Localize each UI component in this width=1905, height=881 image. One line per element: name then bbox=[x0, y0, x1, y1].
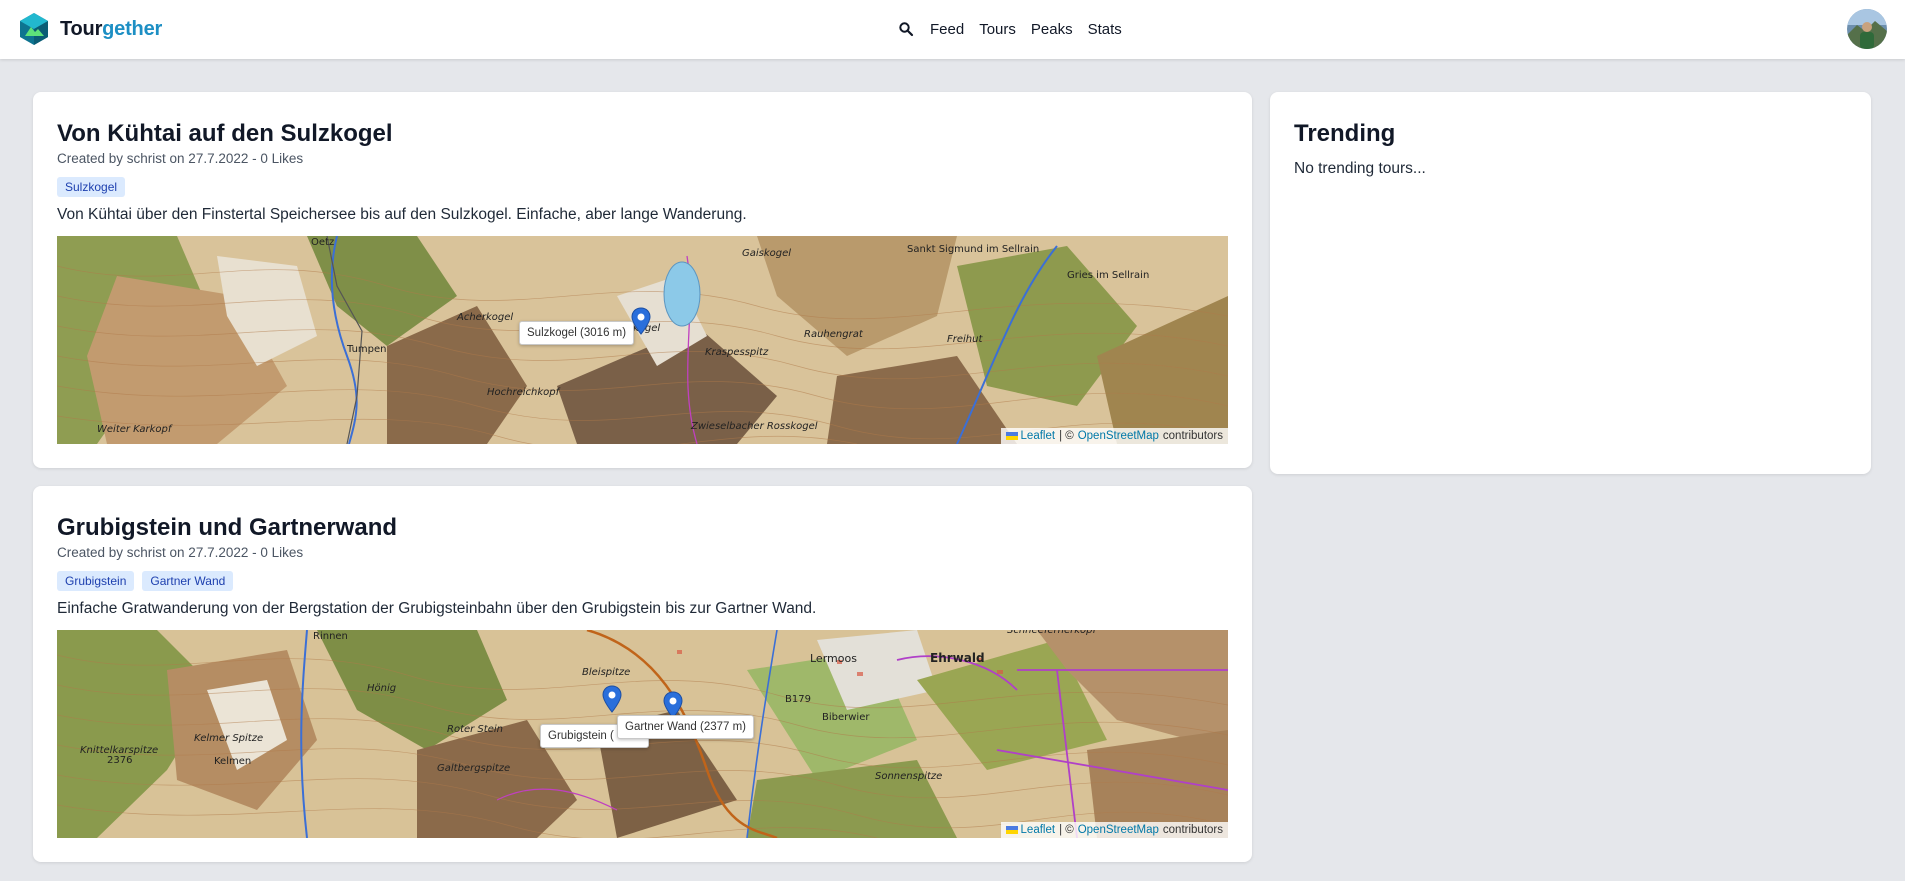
topo-map: Oetz Gaiskogel Sankt Sigmund im Sellrain… bbox=[57, 236, 1228, 444]
ukraine-flag-icon bbox=[1005, 432, 1018, 440]
svg-text:Gaiskogel: Gaiskogel bbox=[742, 248, 791, 259]
osm-link[interactable]: OpenStreetMap bbox=[1078, 824, 1159, 836]
tour-description: Von Kühtai über den Finstertal Speichers… bbox=[57, 206, 747, 223]
top-navbar: Tourgether Feed Tours Peaks Stats bbox=[0, 0, 1905, 59]
trending-empty-text: No trending tours... bbox=[1294, 160, 1426, 177]
logo-icon bbox=[20, 13, 48, 45]
map-marker-icon[interactable] bbox=[602, 685, 622, 713]
svg-text:Rinnen: Rinnen bbox=[313, 631, 348, 642]
attribution-suffix: contributors bbox=[1162, 430, 1223, 442]
marker-tooltip: Gartner Wand (2377 m) bbox=[617, 715, 755, 739]
svg-text:Acherkogel: Acherkogel bbox=[456, 312, 513, 323]
peak-tag[interactable]: Sulzkogel bbox=[57, 177, 126, 197]
nav-stats[interactable]: Stats bbox=[1088, 21, 1122, 38]
brand-name: Tourgether bbox=[60, 17, 163, 40]
svg-text:Schneefernerkopf: Schneefernerkopf bbox=[1007, 630, 1097, 636]
marker-tooltip: Sulzkogel (3016 m) bbox=[519, 321, 635, 345]
ukraine-flag-icon bbox=[1005, 826, 1018, 834]
svg-text:Sankt Sigmund im Sellrain: Sankt Sigmund im Sellrain bbox=[907, 244, 1039, 255]
tour-card: Grubigstein und Gartnerwand Created by s… bbox=[33, 486, 1252, 862]
main-nav: Feed Tours Peaks Stats bbox=[898, 19, 1137, 39]
map-attribution: Leaflet | © OpenStreetMap contributors bbox=[1000, 428, 1228, 444]
map-marker-icon[interactable] bbox=[631, 307, 651, 335]
trending-title: Trending bbox=[1294, 120, 1396, 147]
tag-list: Grubigstein Gartner Wand bbox=[57, 571, 241, 591]
svg-text:Ehrwald: Ehrwald bbox=[930, 651, 985, 665]
peak-tag[interactable]: Grubigstein bbox=[57, 571, 135, 591]
peak-tag[interactable]: Gartner Wand bbox=[142, 571, 234, 591]
tour-meta: Created by schrist on 27.7.2022 - 0 Like… bbox=[57, 151, 304, 166]
svg-text:Biberwier: Biberwier bbox=[822, 712, 870, 723]
svg-text:2376: 2376 bbox=[107, 755, 132, 766]
svg-text:Zwieselbacher Rosskogel: Zwieselbacher Rosskogel bbox=[690, 421, 818, 432]
tour-meta: Created by schrist on 27.7.2022 - 0 Like… bbox=[57, 545, 304, 560]
user-avatar[interactable] bbox=[1847, 9, 1887, 49]
trending-card: Trending No trending tours... bbox=[1270, 92, 1871, 474]
svg-text:Tumpen: Tumpen bbox=[346, 344, 387, 355]
svg-text:Sonnenspitze: Sonnenspitze bbox=[875, 771, 942, 782]
leaflet-link[interactable]: Leaflet bbox=[1021, 824, 1056, 836]
leaflet-link[interactable]: Leaflet bbox=[1021, 430, 1056, 442]
svg-text:Kelmen: Kelmen bbox=[214, 756, 251, 767]
svg-text:Weiter Karkopf: Weiter Karkopf bbox=[97, 424, 173, 435]
svg-text:Freihut: Freihut bbox=[947, 334, 983, 345]
svg-text:Kelmer Spitze: Kelmer Spitze bbox=[194, 733, 263, 744]
attribution-separator: | © bbox=[1059, 430, 1074, 442]
nav-tours[interactable]: Tours bbox=[979, 21, 1016, 38]
tour-title[interactable]: Grubigstein und Gartnerwand bbox=[57, 514, 397, 542]
tour-description: Einfache Gratwanderung von der Bergstati… bbox=[57, 600, 817, 617]
svg-text:Lermoos: Lermoos bbox=[810, 652, 857, 665]
svg-text:Galtbergspitze: Galtbergspitze bbox=[437, 763, 510, 774]
search-icon[interactable] bbox=[898, 21, 914, 37]
svg-text:Bleispitze: Bleispitze bbox=[582, 667, 630, 678]
svg-text:Gries im Sellrain: Gries im Sellrain bbox=[1067, 270, 1149, 281]
svg-text:Hochreichkopf: Hochreichkopf bbox=[487, 387, 561, 398]
osm-link[interactable]: OpenStreetMap bbox=[1078, 430, 1159, 442]
tag-list: Sulzkogel bbox=[57, 177, 133, 197]
svg-text:Rauhengrat: Rauhengrat bbox=[804, 329, 864, 340]
svg-text:B179: B179 bbox=[785, 694, 811, 705]
map-attribution: Leaflet | © OpenStreetMap contributors bbox=[1000, 822, 1228, 838]
svg-text:Oetz: Oetz bbox=[311, 237, 334, 248]
attribution-suffix: contributors bbox=[1162, 824, 1223, 836]
tour-card: Von Kühtai auf den Sulzkogel Created by … bbox=[33, 92, 1252, 468]
brand[interactable]: Tourgether bbox=[18, 12, 162, 46]
svg-text:Hönig: Hönig bbox=[367, 683, 396, 694]
tour-map[interactable]: Oetz Gaiskogel Sankt Sigmund im Sellrain… bbox=[57, 236, 1228, 444]
tour-title[interactable]: Von Kühtai auf den Sulzkogel bbox=[57, 120, 393, 148]
svg-text:Roter Stein: Roter Stein bbox=[447, 724, 503, 735]
tour-map[interactable]: Rinnen Bleispitze Lermoos Ehrwald Schnee… bbox=[57, 630, 1228, 838]
svg-text:Kraspesspitz: Kraspesspitz bbox=[705, 347, 769, 358]
avatar-image bbox=[1847, 9, 1887, 49]
attribution-separator: | © bbox=[1059, 824, 1074, 836]
nav-feed[interactable]: Feed bbox=[930, 21, 964, 38]
nav-peaks[interactable]: Peaks bbox=[1031, 21, 1073, 38]
